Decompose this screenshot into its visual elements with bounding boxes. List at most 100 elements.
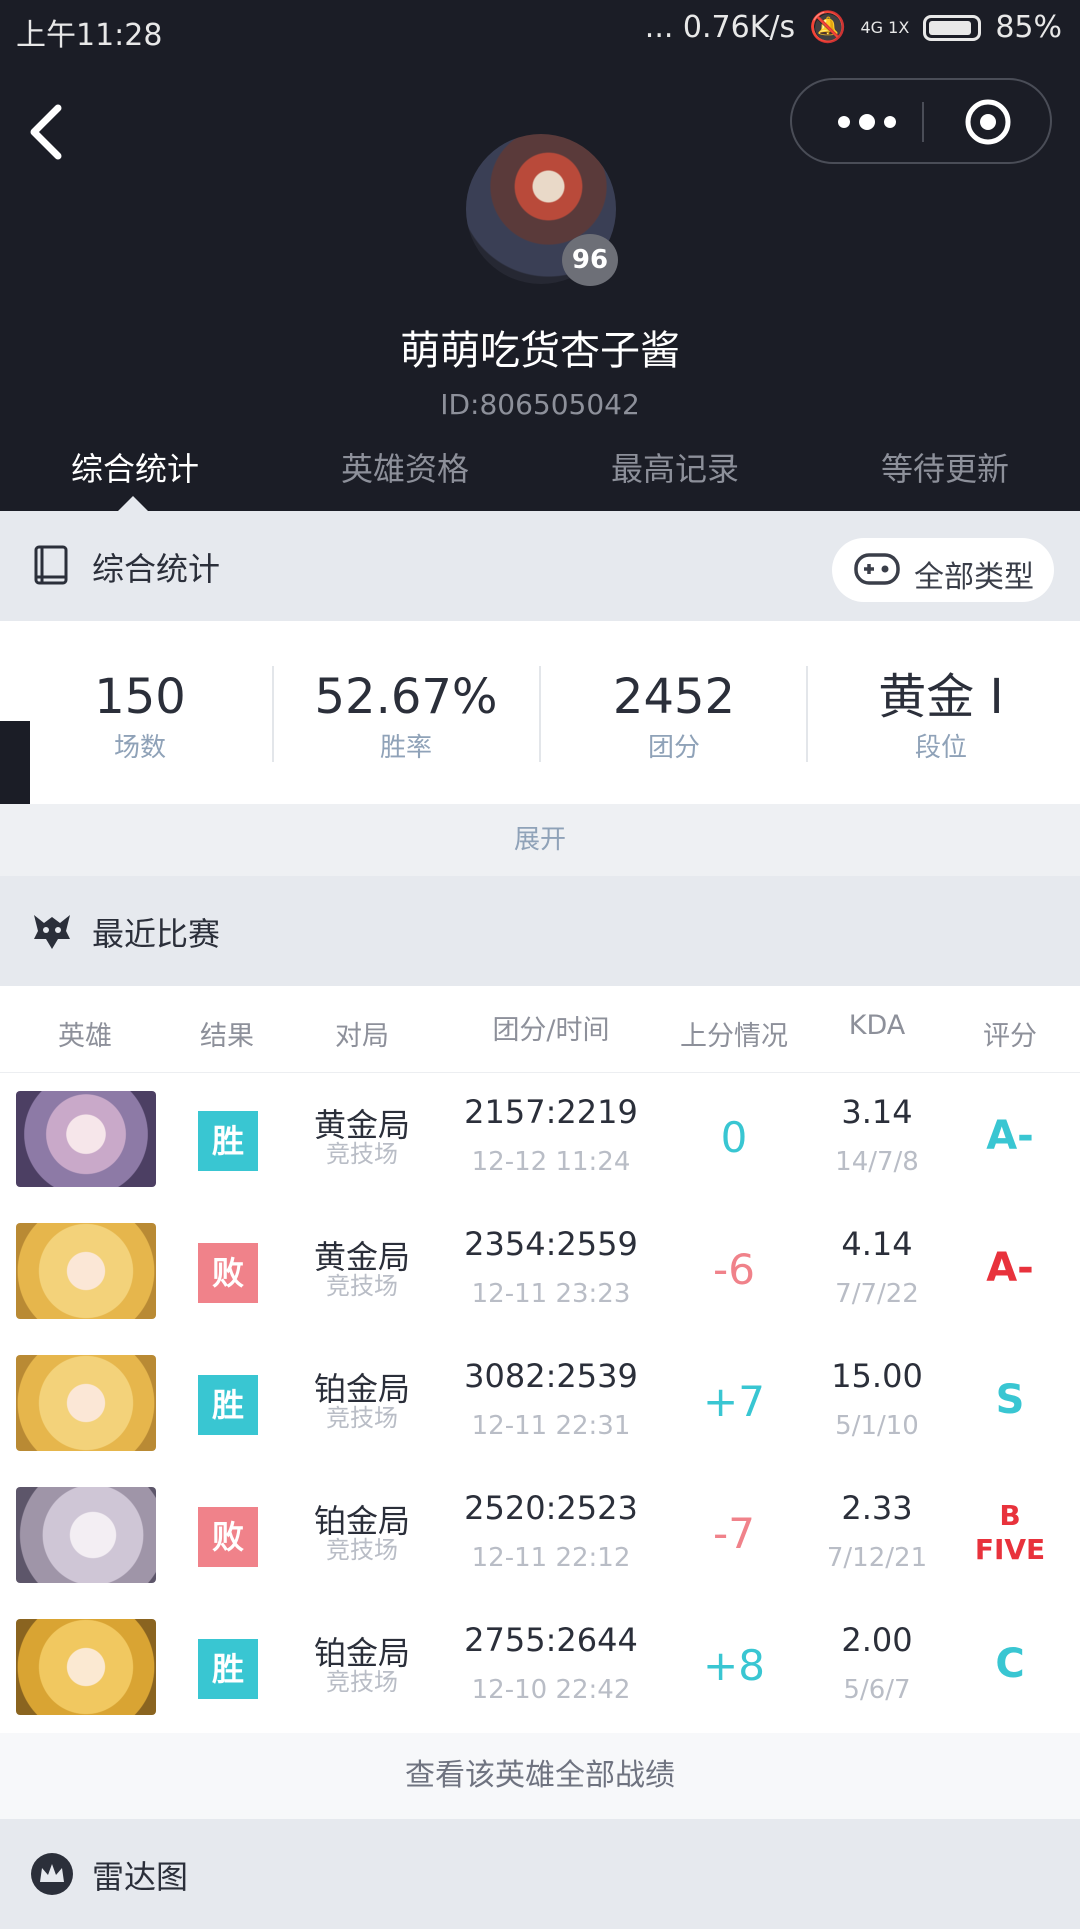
match-row[interactable]: 败 黄金局 竞技场 2354:2559 12-11 23:23 -6 4.14 …: [0, 1205, 1080, 1338]
score-delta: +7: [703, 1377, 765, 1426]
grade: A-: [986, 1245, 1034, 1291]
kda: 15.00 5/1/10: [812, 1357, 942, 1441]
miniprogram-capsule: [790, 78, 1052, 164]
kda-detail: 7/7/22: [835, 1279, 919, 1309]
match-type: 铂金局 竞技场: [300, 1503, 424, 1563]
stat-value: 52.67%: [314, 669, 498, 725]
match-mode: 竞技场: [326, 1536, 398, 1564]
network-speed: ... 0.76K/s: [644, 10, 796, 45]
team-score: 2520:2523: [464, 1489, 638, 1527]
match-tier: 黄金局: [313, 1106, 410, 1144]
target-icon[interactable]: [964, 98, 1012, 146]
result-badge: 胜: [198, 1111, 258, 1171]
score-delta: -7: [713, 1509, 755, 1558]
result-badge: 败: [198, 1243, 258, 1303]
stat-team-score: 2452 团分: [539, 669, 809, 764]
recent-section-title: 最近比赛: [92, 915, 221, 953]
radar-section-header: 雷达图: [0, 1819, 1080, 1929]
match-tier: 黄金局: [313, 1238, 410, 1276]
col-hero: 英雄: [58, 1021, 112, 1052]
book-icon: [34, 545, 68, 585]
match-time: 12-10 22:42: [471, 1675, 631, 1705]
type-filter-label: 全部类型: [914, 560, 1034, 595]
match-mode: 竞技场: [326, 1272, 398, 1300]
score-delta: +8: [703, 1641, 765, 1690]
kda: 2.00 5/6/7: [812, 1621, 942, 1705]
col-match: 对局: [335, 1021, 389, 1052]
match-time: 12-11 22:31: [471, 1411, 631, 1441]
col-result: 结果: [200, 1021, 254, 1052]
team-score: 3082:2539: [464, 1357, 638, 1395]
hero-portrait: [16, 1355, 156, 1451]
status-bar: 上午11:28 ... 0.76K/s 🔕 4G 1X 85%: [0, 0, 1080, 56]
score-time: 2354:2559 12-11 23:23: [450, 1225, 652, 1309]
hero-portrait: [16, 1487, 156, 1583]
match-mode: 竞技场: [326, 1404, 398, 1432]
view-all-records-button[interactable]: 查看该英雄全部战绩: [0, 1733, 1080, 1819]
match-type: 铂金局 竞技场: [300, 1371, 424, 1431]
mute-icon: 🔕: [809, 10, 847, 45]
tab-overall-stats[interactable]: 综合统计: [0, 444, 270, 511]
grade-badge: FIVE: [974, 1533, 1046, 1566]
kda: 3.14 14/7/8: [812, 1093, 942, 1177]
stat-value: 150: [94, 669, 186, 725]
col-grade: 评分: [983, 1021, 1037, 1052]
expand-button[interactable]: 展开: [0, 804, 1080, 876]
capsule-divider: [922, 102, 924, 142]
stat-label: 团分: [647, 733, 700, 763]
match-row[interactable]: 胜 黄金局 竞技场 2157:2219 12-12 11:24 0 3.14 1…: [0, 1073, 1080, 1206]
team-score: 2157:2219: [464, 1093, 638, 1131]
score-time: 2157:2219 12-12 11:24: [450, 1093, 652, 1177]
radar-section-title: 雷达图: [92, 1858, 189, 1896]
tab-hero-qualification[interactable]: 英雄资格: [270, 444, 540, 511]
type-filter-button[interactable]: 全部类型: [832, 538, 1054, 602]
match-mode: 竞技场: [326, 1668, 398, 1696]
kda-value: 2.00: [841, 1621, 913, 1659]
match-row[interactable]: 败 铂金局 竞技场 2520:2523 12-11 22:12 -7 2.33 …: [0, 1469, 1080, 1602]
stat-rank: 黄金 I 段位: [806, 669, 1076, 764]
kda-value: 15.00: [831, 1357, 923, 1395]
profile-header: 上午11:28 ... 0.76K/s 🔕 4G 1X 85% 96 萌萌吃货杏…: [0, 0, 1080, 511]
match-row[interactable]: 胜 铂金局 竞技场 3082:2539 12-11 22:31 +7 15.00…: [0, 1337, 1080, 1470]
score-delta: -6: [713, 1245, 755, 1294]
battery-icon: [923, 14, 982, 41]
score-time: 3082:2539 12-11 22:31: [450, 1357, 652, 1441]
score-time: 2520:2523 12-11 22:12: [450, 1489, 652, 1573]
match-type: 铂金局 竞技场: [300, 1635, 424, 1695]
team-score: 2755:2644: [464, 1621, 638, 1659]
stats-section-title: 综合统计: [92, 550, 221, 588]
grade: B FIVE: [952, 1499, 1068, 1567]
stat-label: 胜率: [379, 733, 432, 763]
match-time: 12-11 22:12: [471, 1543, 631, 1573]
gamepad-icon: [854, 553, 900, 585]
grade-letter: B: [999, 1499, 1021, 1532]
match-tier: 铂金局: [313, 1634, 410, 1672]
result-badge: 胜: [198, 1639, 258, 1699]
match-time: 12-11 23:23: [471, 1279, 631, 1309]
match-time: 12-12 11:24: [471, 1147, 631, 1177]
tab-best-records[interactable]: 最高记录: [540, 444, 810, 511]
match-mode: 竞技场: [326, 1140, 398, 1168]
match-row[interactable]: 胜 铂金局 竞技场 2755:2644 12-10 22:42 +8 2.00 …: [0, 1601, 1080, 1734]
stat-label: 场数: [113, 733, 166, 763]
tab-pending-update[interactable]: 等待更新: [810, 444, 1080, 511]
score-time: 2755:2644 12-10 22:42: [450, 1621, 652, 1705]
back-arrow-icon[interactable]: [24, 100, 84, 164]
more-dots-icon[interactable]: [832, 102, 902, 142]
stat-value: 2452: [612, 669, 736, 725]
stat-winrate: 52.67% 胜率: [271, 669, 541, 764]
team-score: 2354:2559: [464, 1225, 638, 1263]
recent-section-header: 最近比赛: [0, 876, 1080, 986]
stats-summary: 150 场数 52.67% 胜率 2452 团分 黄金 I 段位: [0, 621, 1080, 804]
match-table-header: 英雄 结果 对局 团分/时间 上分情况 KDA 评分: [0, 986, 1080, 1073]
grade: C: [995, 1641, 1025, 1687]
grade: A-: [986, 1113, 1034, 1159]
crown-icon: [31, 1853, 73, 1895]
hero-portrait: [16, 1223, 156, 1319]
col-kda: KDA: [848, 1010, 906, 1041]
kda-detail: 5/1/10: [835, 1411, 919, 1441]
match-type: 黄金局 竞技场: [300, 1107, 424, 1167]
result-badge: 败: [198, 1507, 258, 1567]
kda-value: 2.33: [841, 1489, 913, 1527]
col-delta: 上分情况: [680, 1021, 788, 1052]
